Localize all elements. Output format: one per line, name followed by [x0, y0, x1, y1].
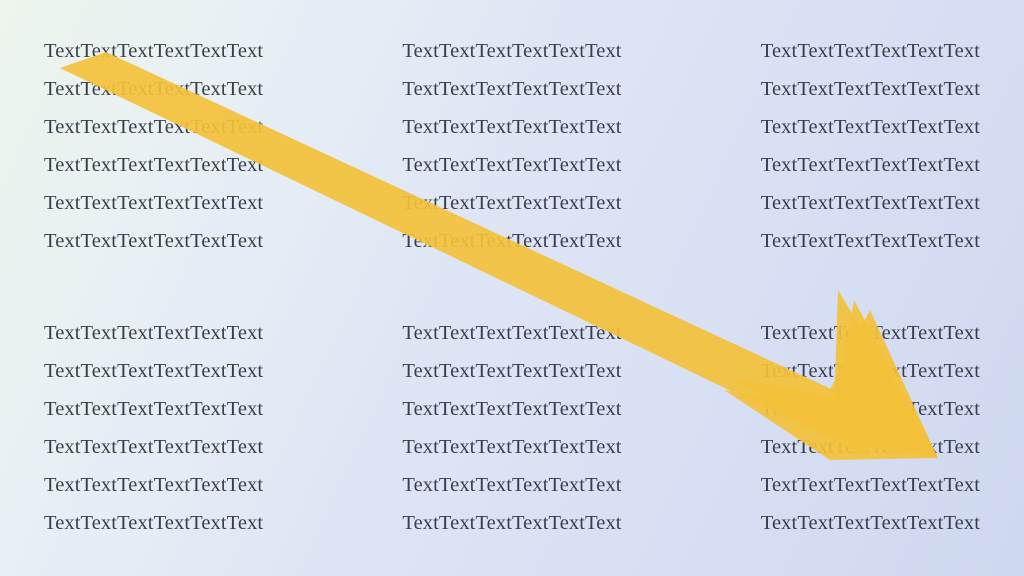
text-cell: TextTextTextTextTextText: [402, 70, 621, 108]
text-cell: TextTextTextTextTextText: [402, 390, 621, 428]
text-cell: TextTextTextTextTextText: [761, 428, 980, 466]
text-row: TextTextTextTextTextText TextTextTextTex…: [44, 390, 980, 428]
text-cell: TextTextTextTextTextText: [402, 32, 621, 70]
text-row: TextTextTextTextTextText TextTextTextTex…: [44, 70, 980, 108]
text-cell: TextTextTextTextTextText: [44, 390, 263, 428]
text-row: TextTextTextTextTextText TextTextTextTex…: [44, 352, 980, 390]
text-row: TextTextTextTextTextText TextTextTextTex…: [44, 504, 980, 542]
text-cell: TextTextTextTextTextText: [402, 352, 621, 390]
text-block-top: TextTextTextTextTextText TextTextTextTex…: [44, 32, 980, 260]
text-cell: TextTextTextTextTextText: [761, 504, 980, 542]
text-cell: TextTextTextTextTextText: [761, 390, 980, 428]
text-cell: TextTextTextTextTextText: [44, 70, 263, 108]
text-cell: TextTextTextTextTextText: [44, 222, 263, 260]
text-cell: TextTextTextTextTextText: [44, 428, 263, 466]
text-cell: TextTextTextTextTextText: [761, 466, 980, 504]
text-block-bottom: TextTextTextTextTextText TextTextTextTex…: [44, 314, 980, 542]
text-cell: TextTextTextTextTextText: [761, 222, 980, 260]
text-cell: TextTextTextTextTextText: [44, 352, 263, 390]
text-row: TextTextTextTextTextText TextTextTextTex…: [44, 184, 980, 222]
text-cell: TextTextTextTextTextText: [761, 70, 980, 108]
text-cell: TextTextTextTextTextText: [402, 314, 621, 352]
text-cell: TextTextTextTextTextText: [402, 428, 621, 466]
text-row: TextTextTextTextTextText TextTextTextTex…: [44, 466, 980, 504]
text-row: TextTextTextTextTextText TextTextTextTex…: [44, 32, 980, 70]
text-cell: TextTextTextTextTextText: [44, 184, 263, 222]
text-cell: TextTextTextTextTextText: [402, 146, 621, 184]
text-cell: TextTextTextTextTextText: [402, 466, 621, 504]
text-row: TextTextTextTextTextText TextTextTextTex…: [44, 146, 980, 184]
text-cell: TextTextTextTextTextText: [44, 466, 263, 504]
text-cell: TextTextTextTextTextText: [44, 146, 263, 184]
text-cell: TextTextTextTextTextText: [44, 108, 263, 146]
text-cell: TextTextTextTextTextText: [44, 32, 263, 70]
text-cell: TextTextTextTextTextText: [761, 314, 980, 352]
text-cell: TextTextTextTextTextText: [761, 108, 980, 146]
text-cell: TextTextTextTextTextText: [44, 504, 263, 542]
text-cell: TextTextTextTextTextText: [402, 504, 621, 542]
text-cell: TextTextTextTextTextText: [761, 352, 980, 390]
text-cell: TextTextTextTextTextText: [44, 314, 263, 352]
text-cell: TextTextTextTextTextText: [402, 222, 621, 260]
text-grid: TextTextTextTextTextText TextTextTextTex…: [0, 0, 1024, 576]
text-cell: TextTextTextTextTextText: [402, 108, 621, 146]
text-row: TextTextTextTextTextText TextTextTextTex…: [44, 222, 980, 260]
text-cell: TextTextTextTextTextText: [402, 184, 621, 222]
text-cell: TextTextTextTextTextText: [761, 32, 980, 70]
text-row: TextTextTextTextTextText TextTextTextTex…: [44, 428, 980, 466]
text-cell: TextTextTextTextTextText: [761, 146, 980, 184]
text-cell: TextTextTextTextTextText: [761, 184, 980, 222]
text-row: TextTextTextTextTextText TextTextTextTex…: [44, 314, 980, 352]
text-row: TextTextTextTextTextText TextTextTextTex…: [44, 108, 980, 146]
